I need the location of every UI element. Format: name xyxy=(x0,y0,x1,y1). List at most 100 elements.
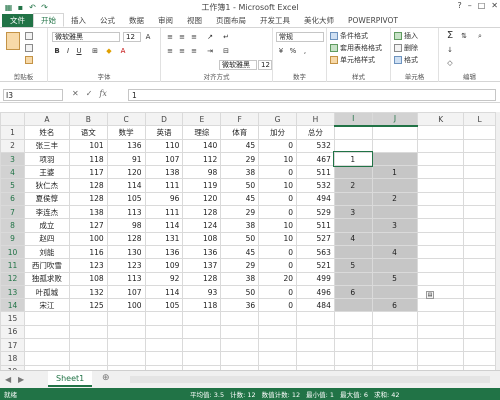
cell[interactable] xyxy=(463,244,496,260)
cell[interactable] xyxy=(182,311,222,326)
cell[interactable]: 132 xyxy=(68,284,108,300)
cell[interactable]: 3 xyxy=(333,205,373,220)
bold-button[interactable]: B xyxy=(52,46,62,56)
cell[interactable]: 1 xyxy=(333,151,374,167)
fill-icon[interactable]: ↓ xyxy=(445,45,455,55)
cell[interactable] xyxy=(144,324,184,340)
cell[interactable]: 0 xyxy=(258,244,297,260)
align-top-icon[interactable]: ≡ xyxy=(165,32,175,42)
close-icon[interactable]: ✕ xyxy=(491,1,498,10)
cell[interactable] xyxy=(333,351,373,366)
cell[interactable]: 118 xyxy=(68,151,108,167)
cell[interactable]: 50 xyxy=(220,284,260,300)
cell[interactable]: 29 xyxy=(220,151,260,167)
currency-icon[interactable]: ¥ xyxy=(276,46,286,56)
cell[interactable] xyxy=(463,284,496,300)
column-header[interactable]: A xyxy=(23,112,70,127)
row-header[interactable]: 18 xyxy=(0,351,25,366)
cell[interactable]: 529 xyxy=(296,205,335,220)
cell[interactable] xyxy=(258,338,297,353)
prev-sheet-icon[interactable]: ◀ xyxy=(5,375,11,384)
cell[interactable] xyxy=(144,311,184,326)
cell[interactable] xyxy=(68,338,108,353)
cell[interactable]: 叶孤城 xyxy=(23,284,70,300)
cell[interactable]: 91 xyxy=(106,151,146,167)
cell[interactable]: 王婆 xyxy=(23,165,70,180)
font-name-select[interactable]: 微软雅黑 xyxy=(52,32,120,42)
cell[interactable]: 114 xyxy=(144,284,184,300)
cell[interactable] xyxy=(106,351,146,366)
cell[interactable]: 137 xyxy=(182,258,222,273)
cell[interactable]: 107 xyxy=(144,151,184,167)
cell[interactable] xyxy=(106,311,146,326)
cell[interactable]: 138 xyxy=(68,205,108,220)
cell[interactable]: 独孤求败 xyxy=(23,271,70,286)
vertical-scrollbar[interactable] xyxy=(496,112,500,370)
row-header[interactable]: 12 xyxy=(0,271,25,286)
cell[interactable]: 113 xyxy=(106,271,146,286)
cell[interactable]: 刘能 xyxy=(23,244,70,260)
insert-function-icon[interactable]: fx xyxy=(99,89,106,98)
cell[interactable]: 109 xyxy=(144,258,184,273)
cell[interactable] xyxy=(258,324,297,340)
tab-8[interactable]: 开发工具 xyxy=(253,14,297,27)
cancel-icon[interactable]: ✕ xyxy=(72,89,79,98)
cell[interactable]: 125 xyxy=(68,298,108,313)
indent-icon[interactable]: ⇥ xyxy=(205,46,215,56)
cell[interactable]: 111 xyxy=(144,178,184,193)
comma-icon[interactable]: , xyxy=(300,46,310,56)
cell[interactable]: 6 xyxy=(333,284,373,300)
column-header[interactable]: F xyxy=(220,112,260,127)
cell[interactable] xyxy=(417,138,465,153)
align-middle-icon[interactable]: ≡ xyxy=(177,32,187,42)
cell[interactable]: 120 xyxy=(106,165,146,180)
cell[interactable]: 0 xyxy=(258,284,297,300)
cell[interactable]: 理综 xyxy=(182,125,222,140)
cell[interactable]: 38 xyxy=(220,218,260,233)
cell[interactable]: 117 xyxy=(68,165,108,180)
row-header[interactable]: 11 xyxy=(0,258,25,273)
insert-cell-button[interactable]: 插入 xyxy=(394,31,418,41)
row-header[interactable]: 3 xyxy=(0,151,25,167)
cell[interactable]: 484 xyxy=(296,298,335,313)
font-size-select-2[interactable]: 12 xyxy=(258,60,272,70)
cell[interactable]: 494 xyxy=(296,191,335,207)
cell[interactable] xyxy=(371,151,419,167)
cell[interactable]: 成立 xyxy=(23,218,70,233)
cell[interactable]: 136 xyxy=(182,244,222,260)
cell[interactable]: 0 xyxy=(258,298,297,313)
cell[interactable]: 0 xyxy=(258,205,297,220)
row-header[interactable]: 5 xyxy=(0,178,25,193)
cell[interactable] xyxy=(371,231,419,246)
tab-9[interactable]: 美化大师 xyxy=(297,14,341,27)
enter-icon[interactable]: ✓ xyxy=(86,89,93,98)
wrap-text-icon[interactable]: ↵ xyxy=(221,32,231,42)
cell[interactable] xyxy=(463,178,496,193)
tab-10[interactable]: POWERPIVOT xyxy=(341,14,405,27)
cell[interactable] xyxy=(68,324,108,340)
cell[interactable]: 118 xyxy=(182,298,222,313)
tab-5[interactable]: 审阅 xyxy=(151,14,180,27)
row-header[interactable]: 8 xyxy=(0,218,25,233)
cell[interactable] xyxy=(417,165,465,180)
cell[interactable]: 110 xyxy=(144,138,184,153)
cell[interactable]: 140 xyxy=(182,138,222,153)
cell[interactable] xyxy=(463,271,496,286)
cell[interactable] xyxy=(220,311,260,326)
cell[interactable] xyxy=(68,311,108,326)
underline-button[interactable]: U xyxy=(74,46,84,56)
percent-icon[interactable]: % xyxy=(288,46,298,56)
cell[interactable]: 107 xyxy=(106,284,146,300)
row-header[interactable]: 7 xyxy=(0,205,25,220)
cell[interactable] xyxy=(220,351,260,366)
cell[interactable]: 10 xyxy=(258,218,297,233)
auto-fill-options-icon[interactable]: ▤ xyxy=(426,291,434,299)
cell[interactable]: 38 xyxy=(220,271,260,286)
cell[interactable] xyxy=(463,311,496,326)
cell[interactable] xyxy=(23,351,70,366)
format-cell-button[interactable]: 格式 xyxy=(394,55,418,65)
row-header[interactable]: 16 xyxy=(0,324,25,340)
cell[interactable]: 124 xyxy=(182,218,222,233)
cell[interactable]: 0 xyxy=(258,138,297,153)
cell[interactable] xyxy=(417,218,465,233)
